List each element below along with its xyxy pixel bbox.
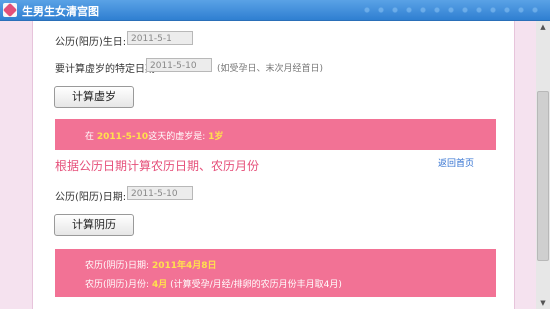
solar-date-label: 公历(阳历)日期: [55, 192, 127, 203]
app-window: 生男生女清宫图 ▲ ▼ 公历(阳历)生日: 2011-5-1 要计算虚岁的特定日… [0, 0, 550, 309]
back-home-link[interactable]: 返回首页 [438, 156, 474, 169]
birthday-field[interactable]: 2011-5-1 [127, 31, 193, 45]
lunar-month-label: 农历(阴历)月份: [85, 280, 150, 290]
age-result-text: 在 2011-5-10这天的虚岁是: 1岁 [85, 129, 223, 142]
titlebar-decoration [360, 5, 540, 15]
window-title: 生男生女清宫图 [22, 5, 99, 18]
calculate-lunar-button[interactable]: 计算阴历 [54, 214, 134, 236]
age-result-date: 2011-5-10 [96, 132, 149, 142]
app-icon [2, 2, 18, 18]
lunar-date-value: 2011年4月8日 [151, 261, 217, 271]
age-result-value: 1岁 [208, 132, 224, 142]
lunar-section-title: 根据公历日期计算农历日期、农历月份 [55, 159, 260, 173]
left-decorative-frame [0, 21, 33, 309]
scrollbar-thumb[interactable] [537, 91, 549, 261]
scroll-up-arrow-icon[interactable]: ▲ [536, 21, 550, 33]
lunar-month-value: 4月 [151, 280, 168, 290]
birthday-label: 公历(阳历)生日: [55, 37, 127, 48]
lunar-result-banner: 农历(阴历)日期: 2011年4月8日 农历(阴历)月份: 4月 (计算受孕/月… [55, 249, 496, 297]
target-date-field[interactable]: 2011-5-10 [146, 58, 212, 72]
solar-date-field[interactable]: 2011-5-10 [127, 186, 193, 200]
age-result-middle: 这天的虚岁是: [148, 132, 206, 142]
lunar-date-label: 农历(阴历)日期: [85, 261, 150, 271]
lunar-month-note: (计算受孕/月经/排卵的农历月份丰月取4月) [170, 280, 342, 290]
lunar-month-line: 农历(阴历)月份: 4月 (计算受孕/月经/排卵的农历月份丰月取4月) [85, 277, 342, 290]
calculate-age-button[interactable]: 计算虚岁 [54, 86, 134, 108]
right-decorative-frame [514, 21, 537, 309]
scroll-down-arrow-icon[interactable]: ▼ [536, 297, 550, 309]
target-date-label: 要计算虚岁的特定日期 [55, 64, 155, 75]
vertical-scrollbar[interactable]: ▲ ▼ [536, 21, 550, 309]
lunar-date-line: 农历(阴历)日期: 2011年4月8日 [85, 258, 217, 271]
age-result-banner: 在 2011-5-10这天的虚岁是: 1岁 [55, 119, 496, 150]
target-date-hint: (如受孕日、末次月经首日) [217, 64, 324, 74]
title-bar[interactable]: 生男生女清宫图 [0, 0, 550, 21]
age-result-prefix: 在 [85, 132, 95, 142]
